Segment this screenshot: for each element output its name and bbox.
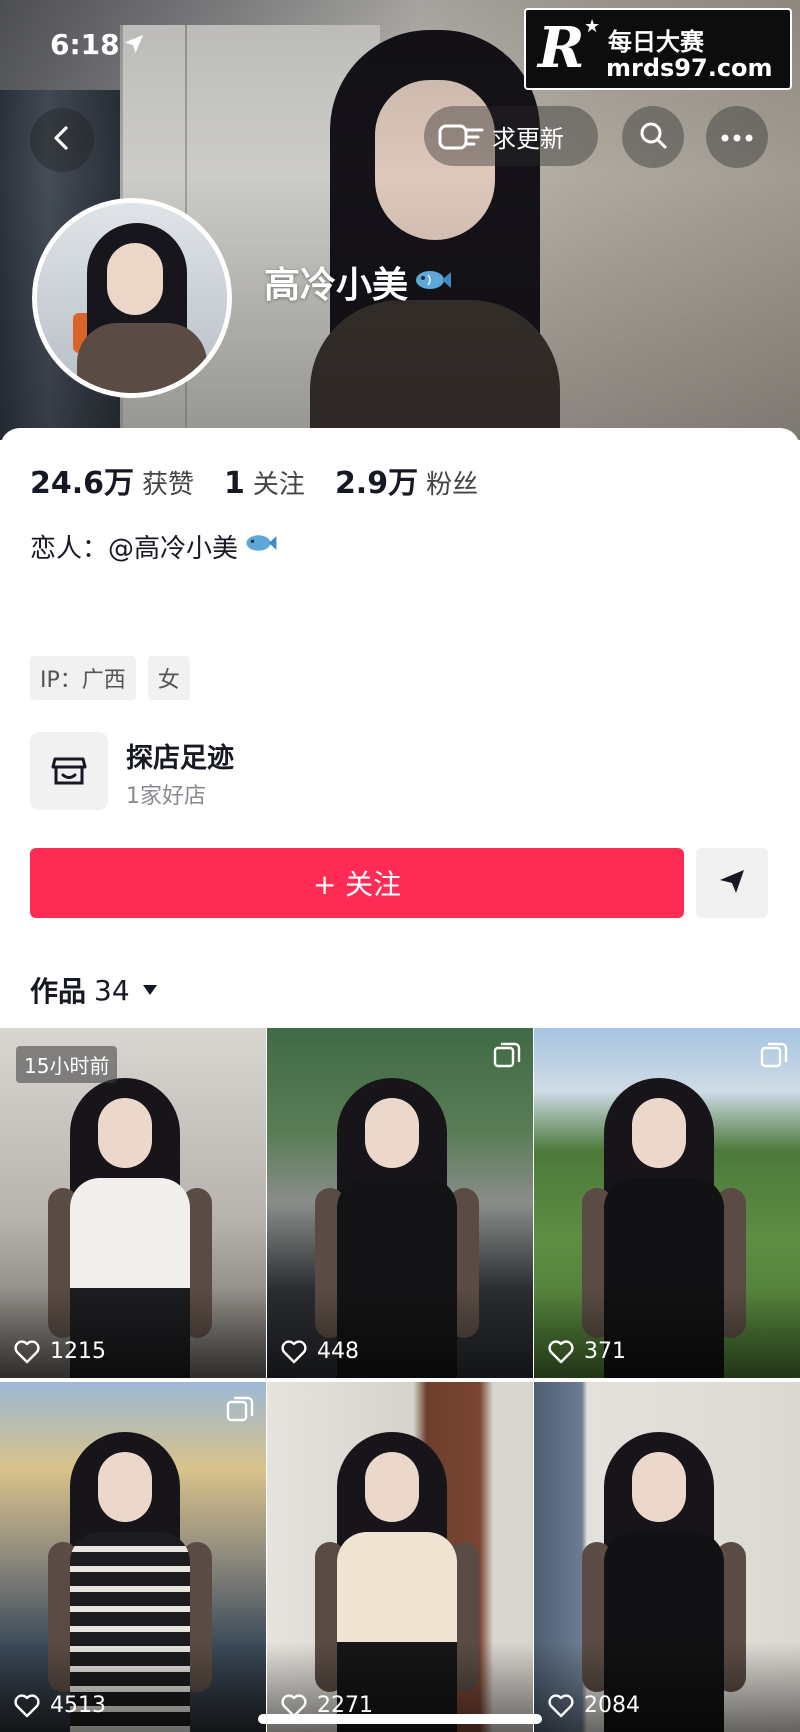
heart-icon <box>14 1339 40 1363</box>
video-thumbnail[interactable]: 4513 <box>0 1382 266 1732</box>
multi-image-icon <box>493 1042 521 1068</box>
fish-icon <box>414 262 452 303</box>
follow-button[interactable]: + 关注 <box>30 848 684 918</box>
profile-bio: 恋人：@高冷小美 <box>30 528 278 565</box>
bio-text[interactable]: 恋人：@高冷小美 <box>30 528 238 565</box>
like-count: 371 <box>548 1339 626 1364</box>
profile-tags: IP：广西 女 <box>30 656 190 700</box>
request-update-button[interactable]: 求更新 <box>424 106 598 166</box>
watermark-logo: R ★ 每日大赛 mrds97.com <box>524 8 792 90</box>
heart-icon <box>281 1339 307 1363</box>
likes-count[interactable]: 24.6万 <box>30 458 134 502</box>
search-button[interactable] <box>622 106 684 168</box>
video-thumbnail[interactable]: 371 <box>534 1028 800 1378</box>
request-update-label: 求更新 <box>492 124 564 153</box>
ip-location-tag: IP：广西 <box>30 656 136 700</box>
watermark-url: mrds97.com <box>606 54 773 82</box>
back-button[interactable] <box>30 108 94 172</box>
like-count: 2084 <box>548 1693 640 1718</box>
profile-username: 高冷小美 <box>264 256 452 308</box>
like-count: 1215 <box>14 1339 106 1364</box>
watermark-star-icon: ★ <box>584 16 601 37</box>
profile-stats: 24.6万 获赞 1 关注 2.9万 粉丝 <box>30 458 508 502</box>
like-count-value: 2084 <box>584 1693 640 1718</box>
more-dots-icon <box>721 128 753 147</box>
works-label: 作品 <box>30 975 87 1008</box>
works-tab[interactable]: 作品 34 <box>30 970 158 1010</box>
multi-image-icon <box>760 1042 788 1068</box>
multi-image-icon <box>226 1396 254 1422</box>
profile-info-card: 24.6万 获赞 1 关注 2.9万 粉丝 恋人：@高冷小美 IP：广西 女 探… <box>0 428 800 1028</box>
fish-icon <box>244 531 278 562</box>
shop-title: 探店足迹 <box>126 743 234 774</box>
likes-label[interactable]: 获赞 <box>142 464 194 501</box>
share-arrow-icon <box>717 866 747 900</box>
watermark-text: 每日大赛 <box>608 28 704 56</box>
like-count-value: 448 <box>317 1339 359 1364</box>
profile-screen: 6:18 求更新 高冷小美 R ★ 每日大赛 mrds97.com 24.6万 … <box>0 0 800 1732</box>
video-thumbnail[interactable]: 2084 <box>534 1382 800 1732</box>
following-label[interactable]: 关注 <box>253 464 305 501</box>
share-button[interactable] <box>696 848 768 918</box>
following-count[interactable]: 1 <box>224 466 245 501</box>
works-count: 34 <box>94 973 130 1007</box>
like-count: 448 <box>281 1339 359 1364</box>
like-count-value: 4513 <box>50 1693 106 1718</box>
store-icon <box>30 732 108 810</box>
heart-icon <box>548 1693 574 1717</box>
username-text: 高冷小美 <box>264 265 409 306</box>
location-arrow-icon <box>122 32 146 62</box>
works-grid: 15小时前 1215 448 371 4513 2271 2084 <box>0 1028 800 1732</box>
avatar[interactable] <box>32 198 232 398</box>
like-count: 4513 <box>14 1693 106 1718</box>
back-chevron-icon <box>47 123 77 157</box>
video-thumbnail[interactable]: 448 <box>267 1028 533 1378</box>
home-indicator[interactable] <box>258 1714 542 1724</box>
watermark-logo-letter: R <box>538 15 585 81</box>
video-thumbnail[interactable]: 15小时前 1215 <box>0 1028 266 1378</box>
like-count-value: 1215 <box>50 1339 106 1364</box>
caret-down-icon <box>142 980 158 1001</box>
like-count-value: 371 <box>584 1339 626 1364</box>
shop-visits-entry[interactable]: 探店足迹 1家好店 <box>30 730 630 812</box>
more-button[interactable] <box>706 106 768 168</box>
pointing-hand-icon <box>436 116 486 156</box>
status-time: 6:18 <box>50 28 120 61</box>
followers-count[interactable]: 2.9万 <box>335 458 418 502</box>
post-time-badge: 15小时前 <box>16 1046 118 1083</box>
search-icon <box>638 120 668 154</box>
video-thumbnail[interactable]: 2271 <box>267 1382 533 1732</box>
gender-tag: 女 <box>147 656 190 700</box>
followers-label[interactable]: 粉丝 <box>426 464 478 501</box>
heart-icon <box>14 1693 40 1717</box>
shop-subtitle: 1家好店 <box>126 784 206 809</box>
heart-icon <box>548 1339 574 1363</box>
